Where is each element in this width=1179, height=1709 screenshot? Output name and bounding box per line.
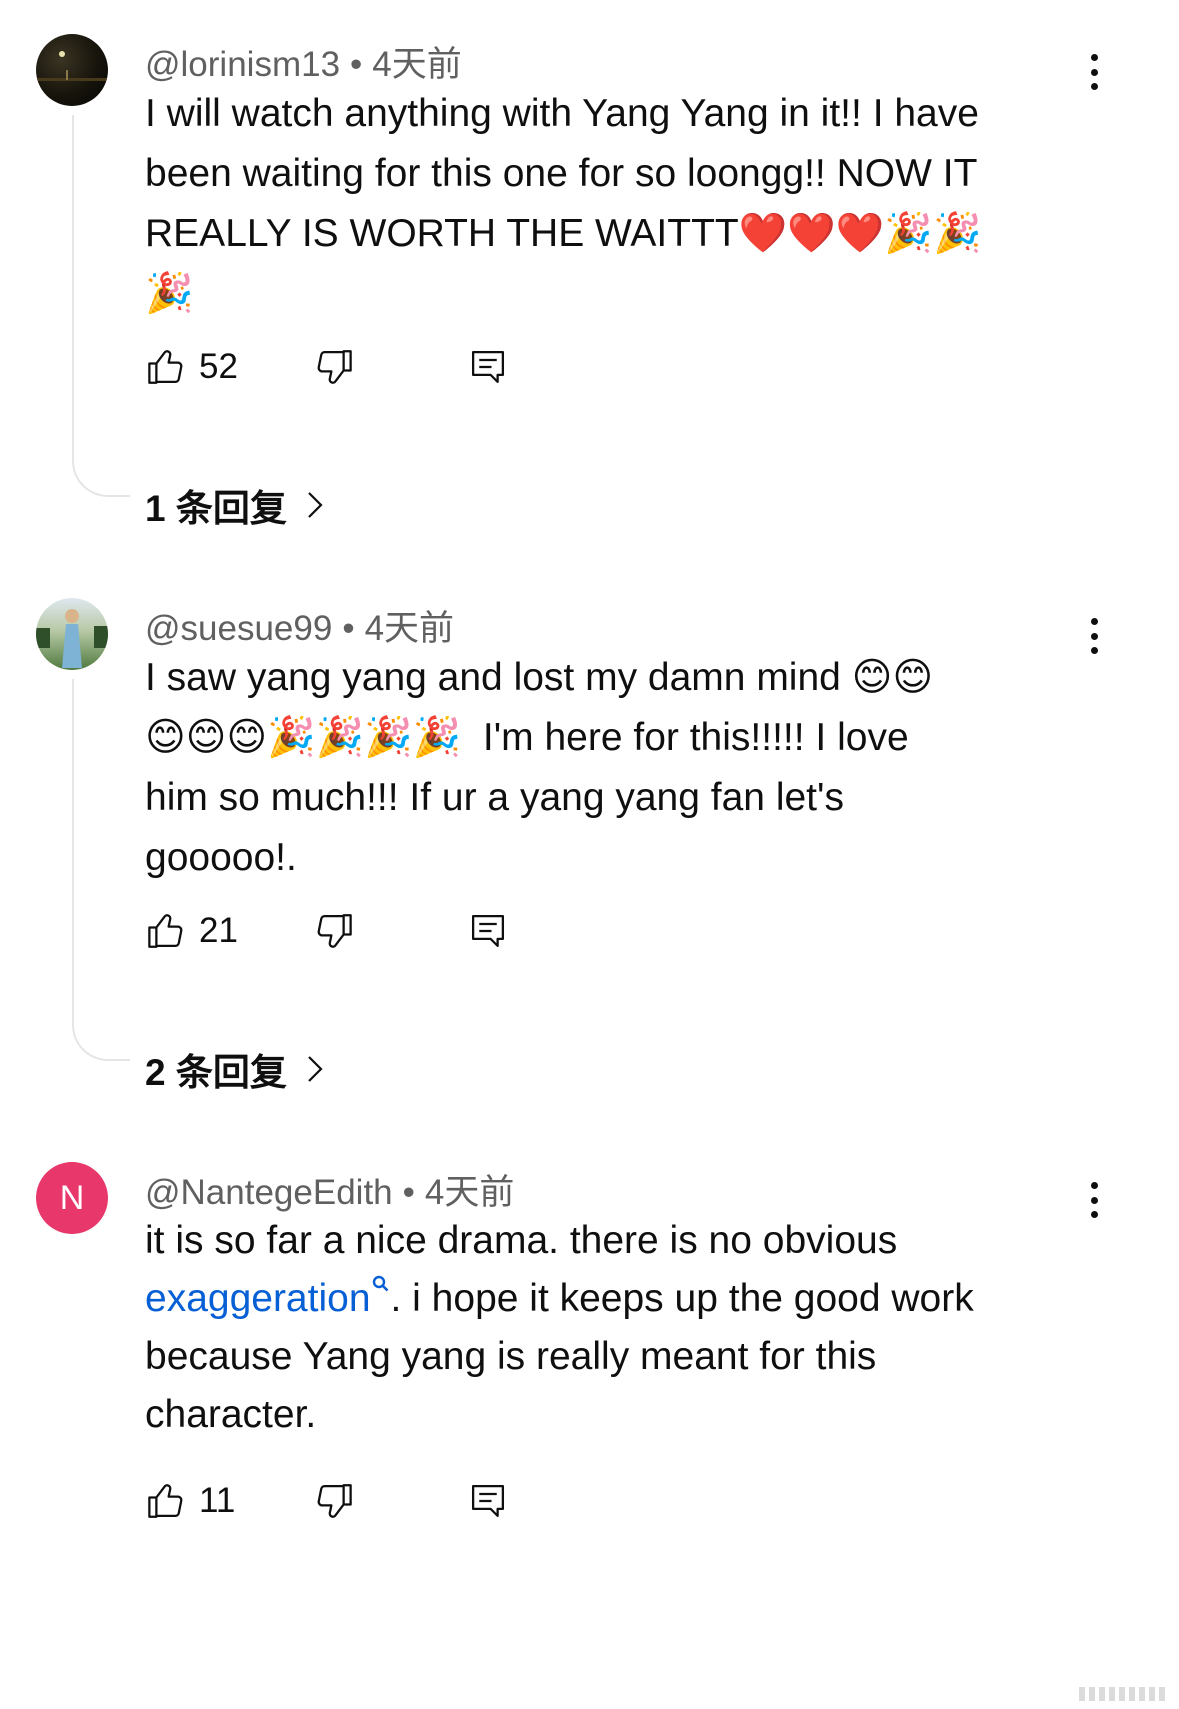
thumbs-up-icon — [148, 350, 183, 384]
chevron-right-icon — [308, 1056, 323, 1082]
view-replies-button[interactable]: 1 条回复 — [145, 478, 323, 532]
comment-text-line: I saw yang yang and lost my damn mind 😊😊 — [145, 656, 933, 699]
replies-count-label: 1 条回复 — [145, 488, 287, 529]
avatar-photo — [36, 609, 108, 668]
comment-time[interactable]: 4天前 — [365, 609, 454, 648]
author-handle[interactable]: @suesue99 — [145, 609, 332, 648]
comment-text-line: it is so far a nice drama. there is no o… — [145, 1219, 898, 1262]
comment-text-line: 🎉 — [145, 271, 194, 316]
author-handle[interactable]: @NantegeEdith — [145, 1173, 393, 1212]
comment-time[interactable]: 4天前 — [372, 45, 461, 84]
dislike-button[interactable] — [313, 910, 355, 952]
comment-text-fragment: . i hope it keeps up the good work — [390, 1277, 974, 1320]
avatar-photo — [36, 51, 108, 81]
reply-icon — [471, 1484, 505, 1518]
comment-text-line: I will watch anything with Yang Yang in … — [145, 92, 979, 135]
avatar[interactable] — [36, 34, 108, 106]
reply-button[interactable] — [467, 346, 509, 388]
thumbs-up-icon — [148, 914, 183, 948]
comment-text-line: been waiting for this one for so loongg!… — [145, 152, 978, 195]
comment-text-line: REALLY IS WORTH THE WAITTT❤️❤️❤️🎉🎉 — [145, 212, 982, 255]
comment-text: it is so far a nice drama. there is no o… — [145, 1212, 1105, 1444]
like-button[interactable]: 21 — [145, 910, 238, 952]
author-handle[interactable]: @lorinism13 — [145, 45, 340, 84]
thumbs-up-icon — [148, 1484, 183, 1518]
comment-actions: 11 — [145, 1480, 545, 1530]
comment-meta: @NantegeEdith • 4天前 — [145, 1164, 514, 1215]
comment-text-line: character. — [145, 1393, 317, 1436]
comment-text-line: gooooo!. — [145, 836, 297, 879]
dislike-button[interactable] — [313, 346, 355, 388]
separator-dot: • — [402, 1173, 415, 1212]
comment-actions: 21 — [145, 910, 545, 960]
avatar[interactable] — [36, 598, 108, 670]
comment-text-line: him so much!!! If ur a yang yang fan let… — [145, 776, 844, 819]
comment-actions: 52 — [145, 346, 545, 396]
separator-dot: • — [350, 45, 363, 84]
reply-icon — [471, 350, 505, 384]
replies-count-label: 2 条回复 — [145, 1052, 287, 1093]
thumbs-down-icon — [317, 1484, 352, 1518]
comment-meta: @lorinism13 • 4天前 — [145, 36, 462, 87]
like-count: 21 — [199, 911, 238, 950]
thread-line — [72, 679, 130, 1061]
chevron-right-icon — [308, 492, 323, 518]
comment-meta: @suesue99 • 4天前 — [145, 600, 454, 651]
reply-button[interactable] — [467, 910, 509, 952]
separator-dot: • — [342, 609, 355, 648]
thumbs-down-icon — [317, 350, 352, 384]
thumbs-down-icon — [317, 914, 352, 948]
like-count: 52 — [199, 347, 238, 386]
comment-time[interactable]: 4天前 — [425, 1173, 514, 1212]
avatar-letter: N — [59, 1178, 85, 1217]
search-icon[interactable] — [371, 1274, 391, 1296]
comment-text: I saw yang yang and lost my damn mind 😊😊… — [145, 648, 1105, 888]
search-link[interactable]: exaggeration — [145, 1277, 371, 1320]
comment-text: I will watch anything with Yang Yang in … — [145, 84, 1105, 324]
comment-text-line: exaggeration . i hope it keeps up the goo… — [145, 1270, 1105, 1328]
like-button[interactable]: 52 — [145, 346, 238, 388]
comment-text-line: 😊😊😊🎉🎉🎉🎉 I'm here for this!!!!! I love — [145, 716, 909, 759]
dislike-button[interactable] — [313, 1480, 355, 1522]
like-count: 11 — [199, 1481, 236, 1520]
view-replies-button[interactable]: 2 条回复 — [145, 1042, 323, 1096]
like-button[interactable]: 11 — [145, 1480, 235, 1522]
reply-icon — [471, 914, 505, 948]
comment-text-line: because Yang yang is really meant for th… — [145, 1335, 877, 1378]
avatar[interactable]: N — [36, 1162, 108, 1234]
reply-button[interactable] — [467, 1480, 509, 1522]
thread-line — [72, 115, 130, 497]
watermark — [1079, 1687, 1169, 1701]
